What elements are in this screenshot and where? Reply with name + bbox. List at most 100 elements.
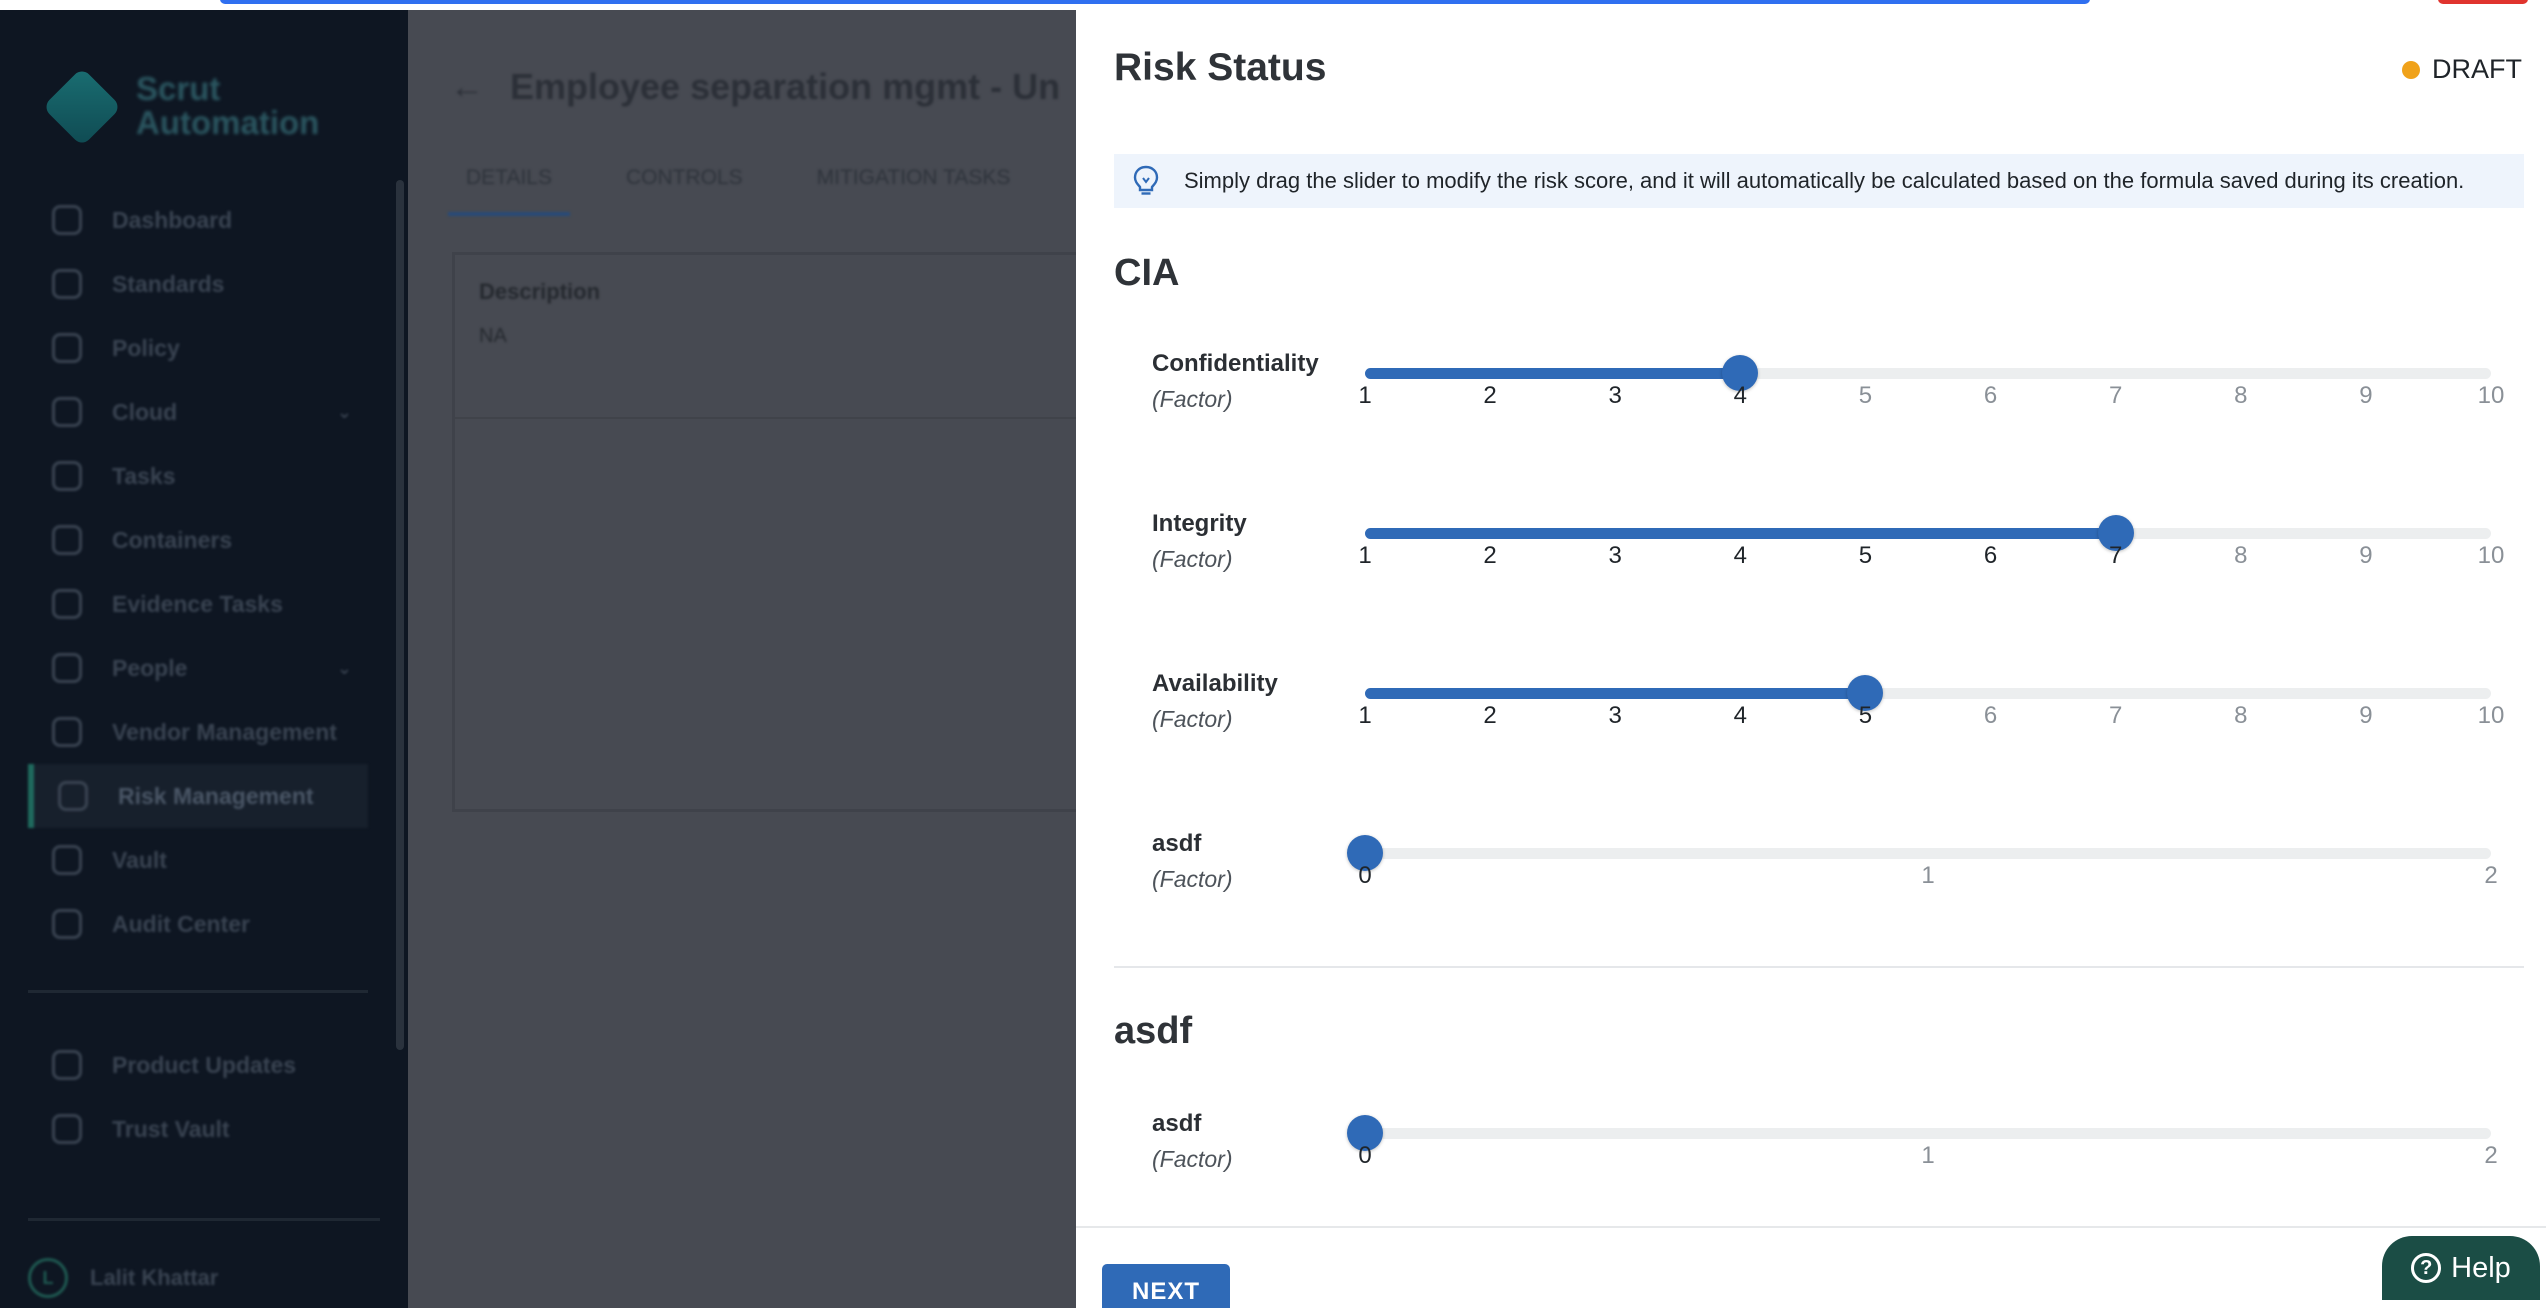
sidebar-item-tasks[interactable]: Tasks [28,444,368,508]
tick-label[interactable]: 8 [2211,542,2271,570]
tick-label[interactable]: 3 [1585,542,1645,570]
tick-label[interactable]: 9 [2336,542,2396,570]
slider-fill [1365,368,1741,379]
tab-controls[interactable]: CONTROLS [608,160,761,216]
tick-label[interactable]: 7 [2086,542,2146,570]
description-label: Description [479,279,601,304]
sidebar-item-label: Cloud [112,398,178,425]
sidebar-item-policy[interactable]: Policy [28,316,368,380]
tick-label[interactable]: 2 [2461,1142,2521,1170]
tick-label[interactable]: 10 [2461,702,2521,730]
tick-label[interactable]: 9 [2336,382,2396,410]
tick-label[interactable]: 2 [1460,542,1520,570]
sidebar-item-label: Policy [112,334,180,361]
tick-label[interactable]: 6 [1961,702,2021,730]
tick-label[interactable]: 5 [1835,542,1895,570]
description-card: Description NA [452,252,1095,812]
sidebar-item-dashboard[interactable]: Dashboard [28,188,368,252]
tick-label[interactable]: 10 [2461,542,2521,570]
slider-ticks: 012 [1358,1142,2497,1176]
factor-availability: Availability (Factor) 1 2 3 4 5 6 7 8 9 10 [1152,670,2546,760]
status-badge: DRAFT [2402,54,2522,85]
flag-icon [52,1114,82,1144]
risk-slider[interactable] [1365,675,2491,711]
chevron-down-icon: ⌄ [336,657,352,678]
sidebar-item-label: Trust Vault [112,1115,230,1142]
sidebar-item-risk-management[interactable]: Risk Management [28,764,368,828]
tick-label[interactable]: 1 [1335,382,1395,410]
sidebar-divider [28,990,368,993]
sidebar-item-label: Product Updates [112,1051,297,1078]
slider-fill [1365,528,2116,539]
sidebar-item-containers[interactable]: Containers [28,508,368,572]
top-strip [0,0,2546,10]
risk-slider[interactable] [1365,515,2491,551]
sidebar-item-audit-center[interactable]: Audit Center [28,892,368,956]
factor-confidentiality: Confidentiality (Factor) 1 2 3 4 5 6 7 8 9 10 [1152,350,2546,440]
tick-label[interactable]: 8 [2211,382,2271,410]
sidebar-item-vendor-management[interactable]: Vendor Management [28,700,368,764]
tick-label[interactable]: 1 [1898,1142,1958,1170]
tick-label[interactable]: 4 [1710,702,1770,730]
tick-label[interactable]: 5 [1835,382,1895,410]
tick-label[interactable]: 5 [1835,702,1895,730]
tick-label[interactable]: 1 [1335,702,1395,730]
tab-details[interactable]: DETAILS [448,160,570,216]
factor-name: Confidentiality [1152,350,1319,377]
cloud-icon [52,397,82,427]
sidebar-scrollbar[interactable] [396,180,404,1050]
sidebar-item-standards[interactable]: Standards [28,252,368,316]
tick-label[interactable]: 6 [1961,382,2021,410]
sidebar-item-label: Evidence Tasks [112,590,283,617]
vault-icon [52,845,82,875]
tick-label[interactable]: 2 [1460,382,1520,410]
tick-label[interactable]: 3 [1585,702,1645,730]
tick-label[interactable]: 0 [1335,862,1395,890]
evidence-icon [52,589,82,619]
risk-slider[interactable] [1365,355,2491,391]
tick-label[interactable]: 3 [1585,382,1645,410]
tick-label[interactable]: 8 [2211,702,2271,730]
tick-label[interactable]: 6 [1961,542,2021,570]
description-value: NA [479,325,507,347]
audit-icon [52,909,82,939]
sidebar-item-vault[interactable]: Vault [28,828,368,892]
help-label: Help [2451,1251,2511,1284]
factor-asdf: asdf (Factor) 0 1 2 [1152,830,2546,920]
tick-label[interactable]: 0 [1335,1142,1395,1170]
next-button[interactable]: NEXT [1102,1264,1230,1308]
tick-label[interactable]: 2 [2461,862,2521,890]
tick-label[interactable]: 1 [1335,542,1395,570]
tick-label[interactable]: 2 [1460,702,1520,730]
drawer-title: Risk Status [1114,46,1327,89]
help-button[interactable]: ? Help [2382,1236,2540,1300]
user-profile[interactable]: L Lalit Khattar [28,1258,218,1298]
sidebar-item-people[interactable]: People ⌄ [28,636,368,700]
slider-track[interactable] [1365,848,2491,859]
risk-status-drawer: Risk Status DRAFT Simply drag the slider… [1076,10,2546,1308]
sidebar-item-cloud[interactable]: Cloud ⌄ [28,380,368,444]
tick-label[interactable]: 10 [2461,382,2521,410]
tick-label[interactable]: 7 [2086,702,2146,730]
tab-mitigation-tasks[interactable]: MITIGATION TASKS [799,160,1029,216]
tick-label[interactable]: 7 [2086,382,2146,410]
risk-slider[interactable] [1347,1115,2491,1151]
tick-label[interactable]: 4 [1710,382,1770,410]
tick-label[interactable]: 4 [1710,542,1770,570]
factor-name: Integrity [1152,510,1247,537]
sidebar-item-trust-vault[interactable]: Trust Vault [28,1097,368,1161]
logo: Scrut Automation [48,72,319,140]
back-arrow-icon[interactable]: ← [450,68,484,107]
tick-label[interactable]: 9 [2336,702,2396,730]
risk-slider[interactable] [1347,835,2491,871]
sidebar-item-evidence-tasks[interactable]: Evidence Tasks [28,572,368,636]
sidebar-item-product-updates[interactable]: Product Updates [28,1033,368,1097]
drawer-footer: NEXT [1076,1226,2546,1308]
factor-sublabel: (Factor) [1152,1146,1233,1172]
factor-sublabel: (Factor) [1152,866,1233,892]
chevron-down-icon: ⌄ [336,401,352,422]
card-divider [455,417,1095,419]
slider-track[interactable] [1365,1128,2491,1139]
tick-label[interactable]: 1 [1898,862,1958,890]
sidebar-nav: Dashboard Standards Policy Cloud ⌄ Tasks Conta… [28,188,368,1161]
